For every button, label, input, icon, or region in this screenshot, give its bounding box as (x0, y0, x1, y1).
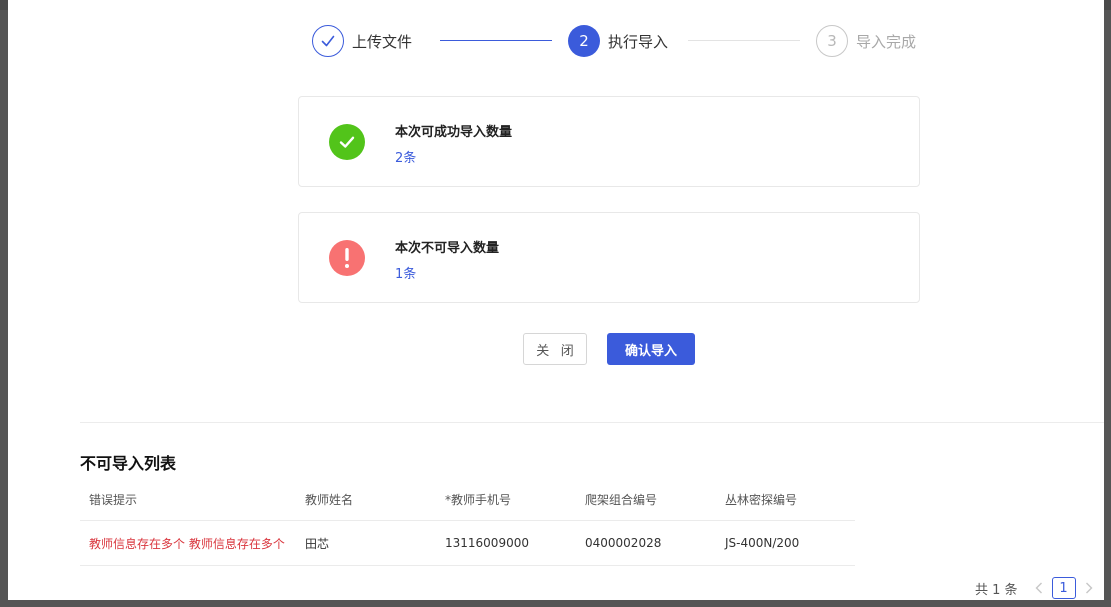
import-dialog: 上传文件 2 执行导入 3 导入完成 本次可成功导入数量 2条 本次不可导入数量… (8, 0, 1104, 600)
page-number-button[interactable]: 1 (1051, 577, 1076, 599)
success-title: 本次可成功导入数量 (395, 125, 513, 140)
failed-import-table: 错误提示 教师姓名 *教师手机号 爬架组合编号 丛林密探编号 教师信息存在多个 … (80, 478, 855, 566)
step-number: 2 (568, 25, 600, 57)
step-execute: 2 执行导入 (568, 24, 668, 58)
column-header: 教师姓名 (305, 492, 354, 507)
chevron-left-icon[interactable] (1032, 577, 1046, 599)
exclamation-circle-icon (329, 240, 365, 276)
close-button[interactable]: 关 闭 (523, 333, 587, 365)
error-message-cell: 教师信息存在多个 教师信息存在多个 (89, 536, 285, 551)
divider (80, 422, 1104, 423)
fail-title: 本次不可导入数量 (395, 241, 500, 256)
pagination: 共 1 条 1 (975, 577, 1096, 599)
step-upload: 上传文件 (312, 24, 412, 58)
climbing-frame-code-cell: 0400002028 (585, 536, 662, 550)
teacher-name-cell: 田芯 (305, 536, 330, 551)
chevron-right-icon[interactable] (1082, 577, 1096, 599)
table-header: 错误提示 教师姓名 *教师手机号 爬架组合编号 丛林密探编号 (80, 478, 855, 521)
check-circle-icon (329, 124, 365, 160)
column-header: *教师手机号 (445, 492, 512, 507)
jungle-explorer-code-cell: JS-400N/200 (725, 536, 800, 550)
step-connector (440, 40, 552, 41)
confirm-import-button[interactable]: 确认导入 (607, 333, 695, 365)
step-number: 3 (816, 25, 848, 57)
success-result-card: 本次可成功导入数量 2条 (298, 96, 920, 187)
section-title: 不可导入列表 (80, 454, 177, 473)
step-label: 上传文件 (352, 32, 413, 51)
column-header: 丛林密探编号 (725, 492, 798, 507)
step-label: 执行导入 (608, 32, 669, 51)
step-label: 导入完成 (856, 32, 917, 51)
success-count: 2条 (395, 151, 417, 166)
column-header: 错误提示 (89, 492, 138, 507)
step-connector (688, 40, 800, 41)
step-complete: 3 导入完成 (816, 24, 916, 58)
fail-result-card: 本次不可导入数量 1条 (298, 212, 920, 303)
column-header: 爬架组合编号 (585, 492, 658, 507)
step-check-icon (312, 25, 344, 57)
teacher-phone-cell: 13116009000 (445, 536, 529, 550)
fail-count: 1条 (395, 267, 417, 282)
page-total: 共 1 条 (975, 582, 1018, 598)
table-row: 教师信息存在多个 教师信息存在多个 田芯 13116009000 0400002… (80, 521, 855, 566)
